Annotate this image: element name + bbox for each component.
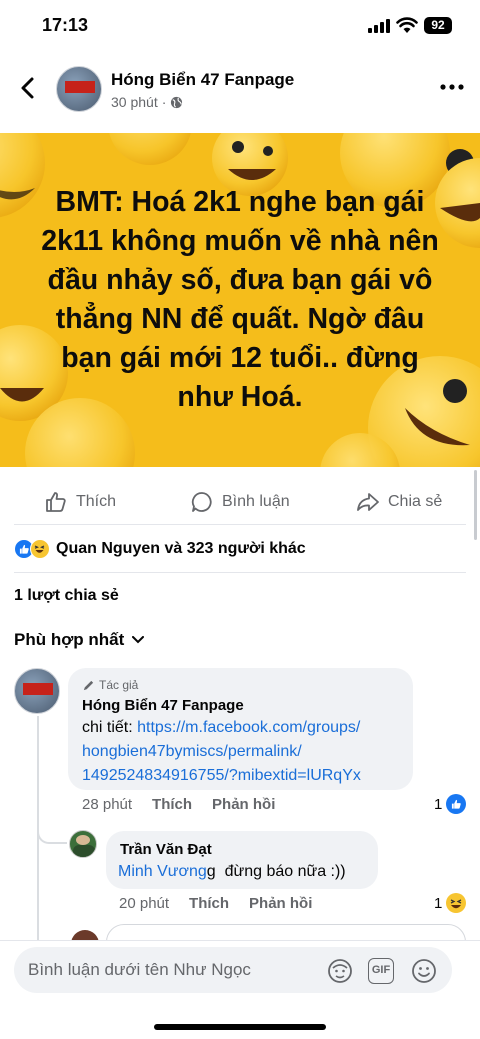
reply-bubble[interactable]: Trần Văn Đạt Minh Vươngg đừng báo nữa :)…: [106, 831, 378, 889]
post-image[interactable]: BMT: Hoá 2k1 nghe bạn gái 2k11 không muố…: [0, 133, 480, 467]
comment-text: chi tiết: https://m.facebook.com/groups/…: [82, 716, 407, 788]
like-label: Thích: [76, 493, 117, 510]
author-badge: Tác giả: [82, 678, 138, 692]
share-label: Chia sẻ: [388, 493, 443, 510]
avatar-sticker-icon[interactable]: [327, 958, 353, 984]
chevron-down-icon: [132, 636, 145, 644]
comment-bubble[interactable]: Tác giả Hóng Biển 47 Fanpage chi tiết: h…: [68, 668, 413, 790]
post-meta: 30 phút ·: [111, 94, 183, 110]
reply-reaction-count[interactable]: 1: [434, 893, 467, 913]
wifi-icon: [396, 17, 418, 33]
comment-label: Bình luận: [222, 493, 290, 510]
reaction-count-number: 1: [434, 894, 443, 912]
reaction-summary-text: Quan Nguyen và 323 người khác: [56, 540, 306, 557]
status-bar: 17:13 92: [0, 0, 480, 52]
haha-reaction-icon: [30, 539, 50, 559]
post-action-bar: Thích Bình luận Chia sẻ: [0, 480, 480, 524]
page-name[interactable]: Hóng Biển 47 Fanpage: [111, 70, 294, 90]
comment-bubble-icon: [191, 492, 212, 512]
reaction-count-number: 1: [434, 795, 443, 813]
post-image-text: BMT: Hoá 2k1 nghe bạn gái 2k11 không muố…: [41, 186, 439, 413]
comment-author-name[interactable]: Hóng Biển 47 Fanpage: [82, 697, 244, 714]
share-arrow-icon: [357, 493, 379, 511]
more-options-icon[interactable]: [440, 82, 464, 92]
page-avatar[interactable]: [56, 66, 102, 112]
haha-reaction-icon: [446, 893, 467, 913]
reply-time: 20 phút: [119, 895, 170, 912]
reaction-summary[interactable]: Quan Nguyen và 323 người khác: [14, 538, 306, 560]
scrollbar[interactable]: [474, 470, 477, 540]
reply-author-name[interactable]: Trần Văn Đạt: [120, 841, 212, 858]
globe-icon: [171, 96, 183, 108]
divider: [14, 524, 466, 525]
home-indicator: [154, 1024, 326, 1030]
post-header: Hóng Biển 47 Fanpage 30 phút ·: [0, 52, 480, 132]
comment-reply-button[interactable]: Phản hồi: [212, 796, 275, 813]
pencil-icon: [83, 680, 94, 690]
comment-input[interactable]: Bình luận dưới tên Như Ngọc GIF: [14, 947, 452, 993]
comment-like-button[interactable]: Thích: [152, 796, 192, 813]
comment-text-prefix: chi tiết:: [82, 719, 138, 736]
battery-indicator: 92: [424, 17, 452, 34]
thumbs-up-icon: [46, 492, 66, 512]
meta-separator: ·: [161, 94, 167, 110]
reply-author-avatar[interactable]: [69, 830, 97, 858]
comment-sort-dropdown[interactable]: Phù hợp nhất: [14, 630, 145, 650]
comment-composer: Bình luận dưới tên Như Ngọc GIF: [0, 940, 480, 1039]
reply-text: Minh Vươngg đừng báo nữa :)): [118, 860, 346, 884]
divider: [14, 572, 466, 573]
reply-meta: 20 phút Thích Phản hồi: [119, 895, 312, 912]
comment-link-cont[interactable]: 1492524834916755/?mibextid=lURqYx: [82, 764, 407, 788]
status-time: 17:13: [42, 15, 89, 35]
like-reaction-icon: [446, 794, 467, 814]
comment-time: 28 phút: [82, 796, 133, 813]
mention-link[interactable]: Minh Vương: [118, 863, 207, 880]
comment-input-placeholder: Bình luận dưới tên Như Ngọc: [28, 960, 251, 979]
share-button[interactable]: Chia sẻ: [356, 480, 442, 524]
reply-connector: [37, 820, 67, 844]
comment-reaction-count[interactable]: 1: [434, 794, 467, 814]
signal-icon: [368, 19, 390, 33]
emoji-icon[interactable]: [411, 958, 437, 984]
reply-like-button[interactable]: Thích: [189, 895, 229, 912]
author-tag-label: Tác giả: [99, 678, 139, 692]
share-count[interactable]: 1 lượt chia sẻ: [14, 587, 119, 605]
gif-icon[interactable]: GIF: [368, 958, 394, 984]
back-arrow-icon[interactable]: [14, 74, 42, 102]
comment-author-avatar[interactable]: [14, 668, 60, 714]
comment-link-cont[interactable]: hongbien47bymiscs/permalink/: [82, 740, 407, 764]
comment-link[interactable]: https://m.facebook.com/groups/: [137, 719, 360, 736]
comment-meta: 28 phút Thích Phản hồi: [82, 796, 275, 813]
sort-label: Phù hợp nhất: [14, 630, 125, 649]
like-button[interactable]: Thích: [44, 480, 116, 524]
comment-button[interactable]: Bình luận: [190, 480, 290, 524]
reply-text-body: g đừng báo nữa :)): [206, 863, 346, 880]
post-time: 30 phút: [111, 94, 158, 110]
reply-reply-button[interactable]: Phản hồi: [249, 895, 312, 912]
